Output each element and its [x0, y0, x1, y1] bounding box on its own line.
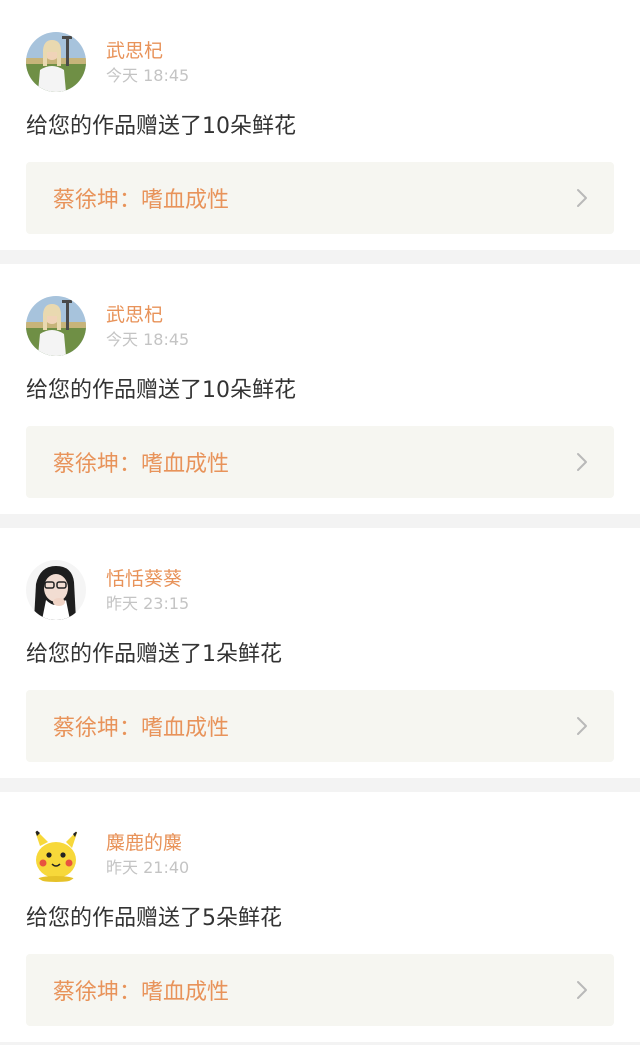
notification-card: 麋鹿的麋 昨天 21:40 给您的作品赠送了5朵鲜花 蔡徐坤：嗜血成性 — [0, 792, 640, 1042]
gift-message: 给您的作品赠送了10朵鲜花 — [26, 114, 296, 139]
user-meta: 恬恬葵葵 昨天 23:15 — [106, 567, 189, 614]
notification-card: 武思杞 今天 18:45 给您的作品赠送了10朵鲜花 蔡徐坤：嗜血成性 — [0, 264, 640, 514]
work-author: 蔡徐坤 — [53, 716, 120, 741]
user-meta: 武思杞 今天 18:45 — [106, 303, 189, 350]
work-link[interactable]: 蔡徐坤：嗜血成性 — [26, 954, 614, 1026]
pikachu-avatar-icon[interactable] — [26, 824, 86, 884]
girl-outdoor-avatar-icon[interactable] — [26, 296, 86, 356]
timestamp: 昨天 21:40 — [106, 857, 190, 877]
girl-glasses-avatar-icon[interactable] — [26, 560, 86, 620]
work-name: 嗜血成性 — [141, 452, 230, 477]
gift-message: 给您的作品赠送了1朵鲜花 — [26, 642, 282, 667]
chevron-right-icon — [576, 716, 588, 736]
notification-card: 武思杞 今天 18:45 给您的作品赠送了10朵鲜花 蔡徐坤：嗜血成性 — [0, 0, 640, 250]
username[interactable]: 麋鹿的麋 — [106, 831, 189, 855]
girl-outdoor-avatar-icon[interactable] — [26, 32, 86, 92]
timestamp: 今天 18:45 — [106, 65, 190, 85]
notification-feed: 武思杞 今天 18:45 给您的作品赠送了10朵鲜花 蔡徐坤：嗜血成性 武思杞 … — [0, 0, 640, 1042]
timestamp: 今天 18:45 — [106, 329, 190, 349]
work-separator: ： — [119, 188, 142, 213]
work-link[interactable]: 蔡徐坤：嗜血成性 — [26, 426, 614, 498]
work-author: 蔡徐坤 — [53, 452, 120, 477]
work-title: 蔡徐坤：嗜血成性 — [53, 182, 229, 214]
username[interactable]: 武思杞 — [106, 303, 189, 327]
user-meta: 武思杞 今天 18:45 — [106, 39, 189, 86]
chevron-right-icon — [576, 452, 588, 472]
work-name: 嗜血成性 — [141, 716, 230, 741]
work-separator: ： — [119, 452, 142, 477]
work-link[interactable]: 蔡徐坤：嗜血成性 — [26, 690, 614, 762]
work-title: 蔡徐坤：嗜血成性 — [53, 710, 229, 742]
work-name: 嗜血成性 — [141, 980, 230, 1005]
username[interactable]: 恬恬葵葵 — [106, 567, 189, 591]
gift-message: 给您的作品赠送了5朵鲜花 — [26, 906, 282, 931]
card-header: 恬恬葵葵 昨天 23:15 — [26, 560, 189, 620]
work-separator: ： — [119, 980, 142, 1005]
chevron-right-icon — [576, 188, 588, 208]
chevron-right-icon — [576, 980, 588, 1000]
username[interactable]: 武思杞 — [106, 39, 189, 63]
notification-card: 恬恬葵葵 昨天 23:15 给您的作品赠送了1朵鲜花 蔡徐坤：嗜血成性 — [0, 528, 640, 778]
user-meta: 麋鹿的麋 昨天 21:40 — [106, 831, 189, 878]
timestamp: 昨天 23:15 — [106, 593, 190, 613]
card-header: 麋鹿的麋 昨天 21:40 — [26, 824, 189, 884]
work-author: 蔡徐坤 — [53, 188, 120, 213]
work-name: 嗜血成性 — [141, 188, 230, 213]
work-separator: ： — [119, 716, 142, 741]
work-author: 蔡徐坤 — [53, 980, 120, 1005]
work-title: 蔡徐坤：嗜血成性 — [53, 446, 229, 478]
work-title: 蔡徐坤：嗜血成性 — [53, 974, 229, 1006]
gift-message: 给您的作品赠送了10朵鲜花 — [26, 378, 296, 403]
card-header: 武思杞 今天 18:45 — [26, 32, 189, 92]
card-header: 武思杞 今天 18:45 — [26, 296, 189, 356]
work-link[interactable]: 蔡徐坤：嗜血成性 — [26, 162, 614, 234]
